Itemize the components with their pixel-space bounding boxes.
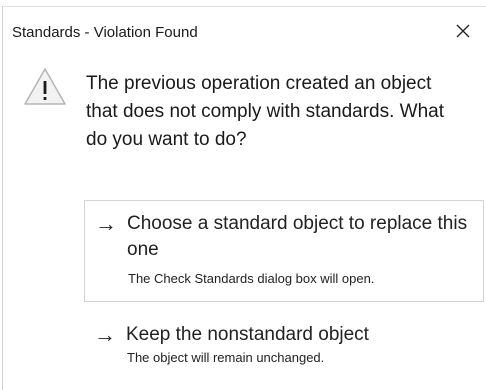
arrow-right-icon: → <box>94 322 116 347</box>
close-icon <box>456 24 470 38</box>
arrow-right-icon: → <box>95 211 117 236</box>
dialog-message: The previous operation created an object… <box>86 73 445 150</box>
close-button[interactable] <box>448 16 478 46</box>
option-description: The object will remain unchanged. <box>127 350 325 365</box>
dialog-title: Standards - Violation Found <box>12 24 198 41</box>
warning-icon <box>24 68 66 105</box>
option-title: Choose a standard object to replace this… <box>127 213 468 260</box>
replace-with-standard-option[interactable]: → Choose a standard object to replace th… <box>84 200 484 302</box>
standards-violation-dialog: Standards - Violation Found The previous… <box>0 0 486 390</box>
dialog-left-border <box>2 6 3 390</box>
option-title: Keep the nonstandard object <box>126 324 369 345</box>
keep-nonstandard-option[interactable]: → Keep the nonstandard object The object… <box>84 312 484 374</box>
dialog-top-border <box>2 6 486 7</box>
option-description: The Check Standards dialog box will open… <box>128 271 375 286</box>
